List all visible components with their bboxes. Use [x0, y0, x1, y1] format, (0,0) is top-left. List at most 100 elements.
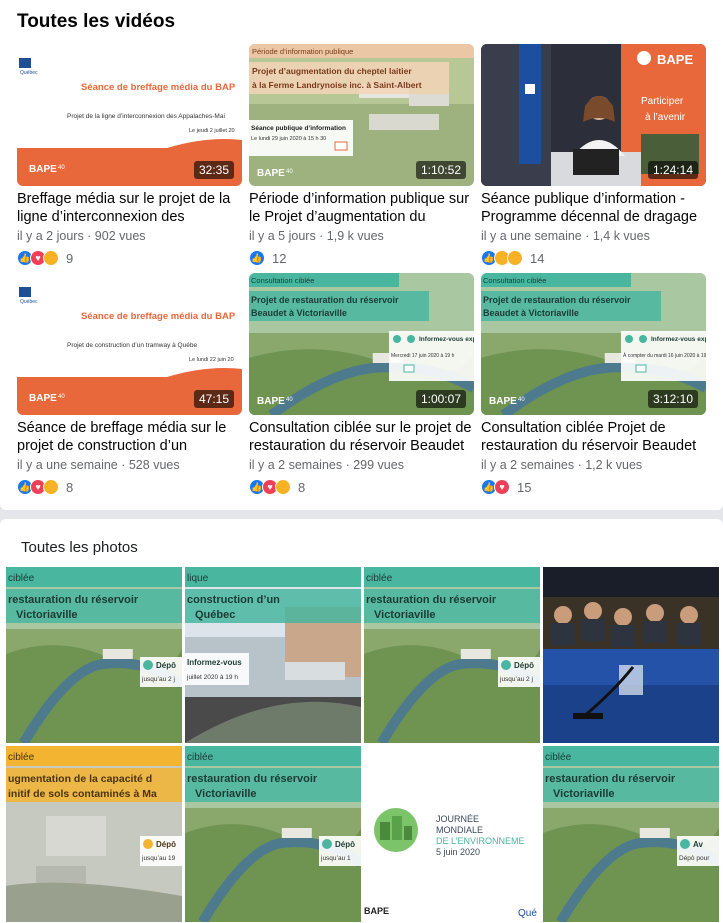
photo-tag: ciblée: [545, 752, 572, 763]
reactions[interactable]: 👍 ♥ 8: [249, 478, 474, 496]
thumb-title: Séance de breffage média du BAP: [81, 82, 236, 93]
sad-reaction-icon: [507, 250, 523, 266]
svg-text:Beaudet à Victoriaville: Beaudet à Victoriaville: [483, 308, 579, 318]
svg-text:BAPE: BAPE: [29, 164, 57, 175]
svg-text:40: 40: [286, 397, 293, 403]
env-line2: MONDIALE: [436, 825, 483, 835]
thumb-banner: Consultation ciblée: [251, 276, 314, 285]
photos-section-title: Toutes les photos: [21, 539, 138, 556]
photo-tile[interactable]: ciblée restauration du réservoir Victoriav…: [543, 746, 719, 922]
photo-title: restauration du réservoir: [8, 594, 139, 606]
svg-text:Victoriaville: Victoriaville: [553, 788, 615, 800]
video-card[interactable]: Québec Séance de breffage média du BAP Pro…: [17, 44, 242, 267]
thumb-date: Le jeudi 2 juillet 20: [189, 128, 235, 134]
reaction-count: 8: [66, 479, 74, 495]
video-title[interactable]: Consultation ciblée Projet de restaurati…: [481, 419, 706, 455]
svg-text:40: 40: [58, 165, 65, 171]
video-title[interactable]: Consultation ciblée sur le projet de res…: [249, 419, 474, 455]
photo-tile[interactable]: ciblée restauration du réservoir Victoriav…: [185, 746, 361, 922]
thumb-date: Mercredi 17 juin 2020 à 19 h: [391, 353, 455, 359]
love-reaction-icon: ♥: [494, 479, 510, 495]
photo-tag: ciblée: [366, 573, 393, 584]
env-line3: DE L’ENVIRONNEME: [436, 836, 525, 846]
reactions[interactable]: 👍 ♥ 15: [481, 478, 706, 496]
env-brand2: Qué: [518, 908, 537, 919]
photo-box-sub: jusqu’au 1: [320, 855, 351, 862]
photo-box: Av: [693, 840, 703, 849]
video-meta: il y a 2 semaines · 299 vues: [249, 458, 404, 472]
thumb-title: Participer: [641, 96, 684, 107]
video-thumbnail[interactable]: Période d’information publique Projet d’a…: [249, 44, 474, 186]
video-duration: 1:10:52: [415, 161, 466, 179]
video-thumbnail[interactable]: Consultation ciblée Projet de restauratio…: [249, 273, 474, 415]
photo-box: Informez-vous: [187, 658, 242, 667]
videos-card: Toutes les vidéos Québec Séance de breffa…: [0, 0, 723, 510]
svg-text:BAPE: BAPE: [257, 168, 285, 179]
svg-text:40: 40: [286, 169, 293, 175]
like-reaction-icon: 👍: [249, 250, 265, 266]
thumb-title: Projet d’augmentation du cheptel laitier: [252, 66, 412, 76]
thumb-subtitle: Séance publique d’information: [251, 125, 346, 132]
svg-text:BAPE: BAPE: [489, 396, 517, 407]
reactions[interactable]: 👍 ♥ 8: [17, 478, 242, 496]
video-thumbnail[interactable]: Consultation ciblée Projet de restauratio…: [481, 273, 706, 415]
photo-tile[interactable]: [543, 567, 719, 743]
video-thumbnail[interactable]: Québec Séance de breffage média du BAP Pro…: [17, 44, 242, 186]
video-duration: 32:35: [193, 161, 234, 179]
photo-box-sub: juillet 2020 à 19 h: [186, 674, 238, 681]
reaction-count: 14: [530, 250, 545, 266]
photo-tag: ciblée: [187, 752, 214, 763]
svg-text:à l’avenir: à l’avenir: [645, 112, 686, 123]
reaction-count: 15: [517, 479, 532, 495]
thumb-subtitle: Projet de la ligne d’interconnexion des …: [67, 113, 225, 120]
photo-tile[interactable]: ciblée ugmentation de la capacité d initif…: [6, 746, 182, 922]
photo-tag: ciblée: [8, 573, 35, 584]
photo-tag: lique: [187, 573, 209, 584]
thumb-title: Projet de restauration du réservoir: [251, 295, 399, 305]
video-duration: 47:15: [193, 390, 234, 408]
thumb-box: Informez-vous exprimez-vo: [651, 336, 706, 343]
photo-tile[interactable]: lique construction d’un Québec Informez-vou…: [185, 567, 361, 743]
reaction-count: 8: [298, 479, 306, 495]
video-card[interactable]: Québec Séance de breffage média du BAP Pro…: [17, 273, 242, 496]
video-title[interactable]: Séance publique d’information - Programm…: [481, 190, 706, 226]
svg-text:Québec: Québec: [20, 70, 38, 76]
photo-tile[interactable]: ciblée restauration du réservoir Victoriav…: [364, 567, 540, 743]
thumb-brand: BAPE: [657, 52, 693, 67]
reactions[interactable]: 👍 14: [481, 249, 706, 267]
video-card[interactable]: Consultation ciblée Projet de restauratio…: [249, 273, 474, 496]
photo-tile[interactable]: JOURNÉE MONDIALE DE L’ENVIRONNEME 5 juin 20…: [364, 746, 540, 922]
video-card[interactable]: BAPE Participer à l’avenir 1:24:14 Séance …: [481, 44, 706, 267]
svg-text:à la Ferme Landrynoise inc. à: à la Ferme Landrynoise inc. à Saint-Albe…: [252, 80, 422, 90]
care-reaction-icon: [43, 479, 59, 495]
reactions[interactable]: 👍 12: [249, 249, 474, 267]
env-line4: 5 juin 2020: [436, 847, 480, 857]
video-duration: 1:24:14: [647, 161, 698, 179]
reactions[interactable]: 👍 ♥ 9: [17, 249, 242, 267]
video-duration: 1:00:07: [415, 390, 466, 408]
thumb-title: Séance de breffage média du BAP: [81, 311, 236, 322]
photo-tile[interactable]: ciblée restauration du réservoir Victoriav…: [6, 567, 182, 743]
video-thumbnail[interactable]: BAPE Participer à l’avenir 1:24:14: [481, 44, 706, 186]
thumb-title: Projet de restauration du réservoir: [483, 295, 631, 305]
photo-box: Dépô: [514, 661, 534, 670]
svg-text:Beaudet à Victoriaville: Beaudet à Victoriaville: [251, 308, 347, 318]
thumb-banner: Période d’information publique: [252, 47, 353, 56]
video-thumbnail[interactable]: Québec Séance de breffage média du BAP Pro…: [17, 273, 242, 415]
video-title[interactable]: Séance de breffage média sur le projet d…: [17, 419, 242, 455]
video-title[interactable]: Période d’information publique sur le Pr…: [249, 190, 474, 226]
video-card[interactable]: Consultation ciblée Projet de restauratio…: [481, 273, 706, 496]
env-line1: JOURNÉE: [436, 814, 479, 824]
photo-tag: ciblée: [8, 752, 35, 763]
svg-text:Québec: Québec: [20, 299, 38, 305]
svg-text:BAPE: BAPE: [29, 393, 57, 404]
svg-text:Victoriaville: Victoriaville: [374, 609, 436, 621]
care-reaction-icon: [43, 250, 59, 266]
video-meta: il y a 2 semaines · 1,2 k vues: [481, 458, 643, 472]
photo-box: Dépô: [156, 840, 176, 849]
photo-title: restauration du réservoir: [187, 773, 318, 785]
svg-text:40: 40: [518, 397, 525, 403]
video-meta: il y a une semaine · 528 vues: [17, 458, 180, 472]
video-title[interactable]: Breffage média sur le projet de la ligne…: [17, 190, 242, 226]
video-card[interactable]: Période d’information publique Projet d’a…: [249, 44, 474, 267]
